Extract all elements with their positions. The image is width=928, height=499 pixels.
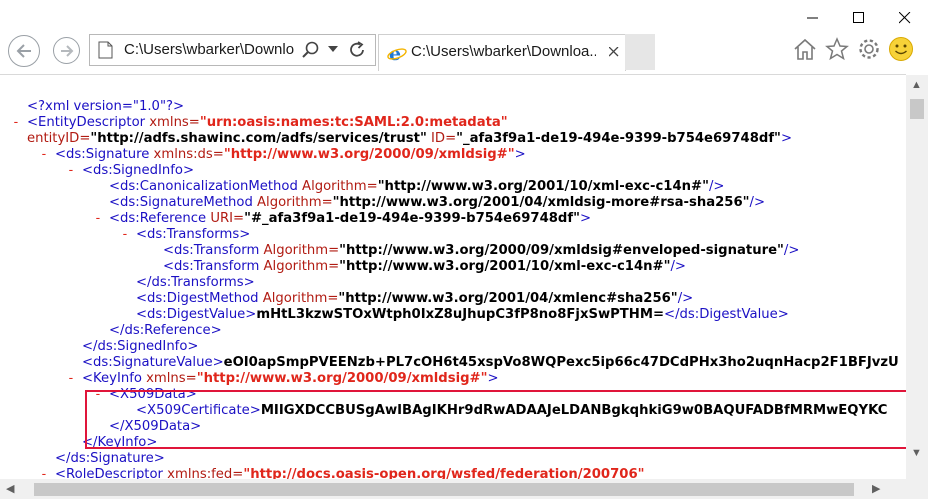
xml-line: </ds:Signature> <box>55 451 165 466</box>
horizontal-scrollbar[interactable]: ◀ ▶ <box>0 479 906 499</box>
vertical-scroll-thumb[interactable] <box>910 99 924 119</box>
forward-arrow-icon <box>60 44 73 57</box>
new-tab-button[interactable] <box>625 34 655 70</box>
home-button[interactable] <box>792 36 818 62</box>
close-window-button[interactable] <box>882 0 928 36</box>
collapse-toggle[interactable]: - <box>67 163 75 178</box>
document-icon <box>98 41 113 59</box>
collapse-toggle[interactable]: - <box>121 227 129 242</box>
address-bar[interactable]: C:\Users\wbarker\Downlo <box>89 34 376 66</box>
collapse-toggle[interactable]: - <box>12 115 20 130</box>
xml-line: <ds:DigestMethod Algorithm="http://www.w… <box>136 291 694 306</box>
minimize-icon <box>807 17 818 19</box>
search-icon[interactable] <box>302 41 320 59</box>
maximize-button[interactable] <box>836 0 882 36</box>
close-icon <box>899 12 911 24</box>
dropdown-icon[interactable] <box>328 46 338 54</box>
collapse-toggle[interactable]: - <box>67 371 75 386</box>
xml-line: <ds:Signature xmlns:ds="http://www.w3.or… <box>55 147 526 162</box>
xml-line: <ds:Reference URI="#_afa3f9a1-de19-494e-… <box>109 211 592 226</box>
ie-logo-icon: e <box>387 43 407 63</box>
scrollbar-corner <box>906 479 928 499</box>
forward-button[interactable] <box>53 37 80 64</box>
scroll-left-icon[interactable]: ◀ <box>6 482 14 495</box>
star-icon <box>825 37 849 61</box>
xml-line: <ds:Transform Algorithm="http://www.w3.o… <box>163 259 686 274</box>
collapse-toggle[interactable]: - <box>40 147 48 162</box>
toolbar-right <box>792 36 914 62</box>
close-tab-icon[interactable] <box>609 47 619 57</box>
smiley-icon <box>889 37 913 61</box>
xml-line: <ds:Transform Algorithm="http://www.w3.o… <box>163 243 800 258</box>
xml-line: <ds:Transforms> <box>136 227 251 242</box>
xml-line: </ds:Reference> <box>109 323 222 338</box>
scroll-down-icon[interactable]: ▼ <box>911 447 922 459</box>
xml-line: <ds:SignatureMethod Algorithm="http://ww… <box>109 195 766 210</box>
home-icon <box>794 38 816 60</box>
xml-line: </ds:SignedInfo> <box>82 339 199 354</box>
xml-line: <ds:SignatureValue>eOI0apSmpPVEENzb+PL7c… <box>82 355 899 370</box>
gear-icon <box>859 39 879 59</box>
xml-line: entityID="http://adfs.shawinc.com/adfs/s… <box>27 131 792 146</box>
minimize-button[interactable] <box>790 0 836 36</box>
settings-button[interactable] <box>856 36 882 62</box>
vertical-scrollbar[interactable]: ▲ ▼ <box>906 75 928 479</box>
favorites-button[interactable] <box>824 36 850 62</box>
x509-highlight-box <box>85 390 906 449</box>
feedback-button[interactable] <box>888 36 914 62</box>
xml-line: <EntityDescriptor xmlns="urn:oasis:names… <box>27 115 508 130</box>
refresh-icon[interactable] <box>348 41 366 59</box>
scroll-up-icon[interactable]: ▲ <box>911 79 922 91</box>
xml-viewer: <?xml version="1.0"?> - <EntityDescripto… <box>0 74 906 480</box>
back-arrow-icon <box>16 44 31 58</box>
back-button[interactable] <box>8 35 40 67</box>
xml-line: <ds:SignedInfo> <box>82 163 194 178</box>
xml-line: <KeyInfo xmlns="http://www.w3.org/2000/0… <box>82 371 499 386</box>
scroll-right-icon[interactable]: ▶ <box>872 482 880 495</box>
xml-line: <ds:CanonicalizationMethod Algorithm="ht… <box>109 179 725 194</box>
address-text: C:\Users\wbarker\Downlo <box>124 41 294 58</box>
window-controls <box>790 0 928 36</box>
xml-declaration: <?xml version="1.0"?> <box>27 99 185 114</box>
horizontal-scroll-thumb[interactable] <box>34 483 854 496</box>
tab-title: C:\Users\wbarker\Downloa... <box>411 43 596 60</box>
xml-line: <ds:DigestValue>mHtL3kzwSTOxWtph0IxZ8uJh… <box>136 307 789 322</box>
maximize-icon <box>853 12 864 23</box>
tab-active[interactable]: e C:\Users\wbarker\Downloa... <box>378 34 626 71</box>
collapse-toggle[interactable]: - <box>94 211 102 226</box>
xml-line: </ds:Transforms> <box>136 275 255 290</box>
